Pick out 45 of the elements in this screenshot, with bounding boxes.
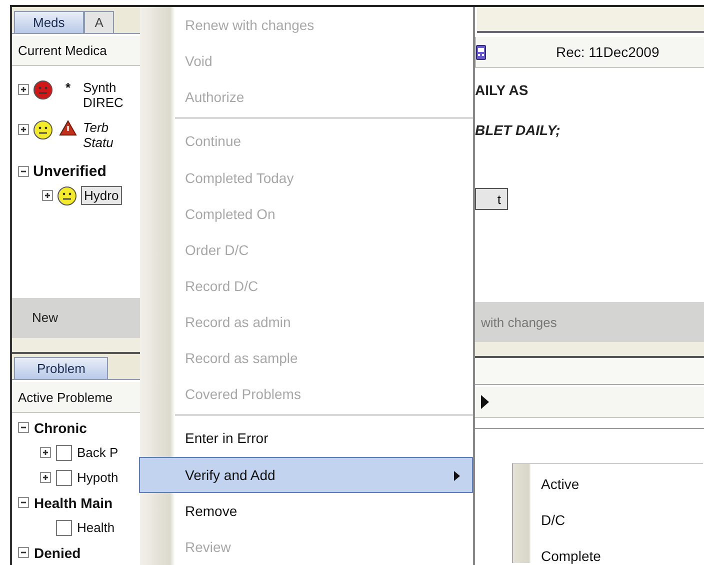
medication-text: DIREC [83, 95, 124, 110]
collapse-icon[interactable] [18, 166, 29, 178]
triangle-right-icon[interactable] [481, 395, 489, 409]
column-header: Active Probleme [12, 382, 140, 413]
checkbox[interactable] [56, 470, 72, 486]
medication-detail: AILY AS [475, 82, 528, 98]
checkbox[interactable] [56, 444, 72, 460]
row-button[interactable]: t [475, 188, 508, 210]
expand-icon[interactable] [42, 190, 53, 202]
collapse-icon[interactable] [18, 547, 29, 558]
problem-item[interactable]: Back P [77, 445, 118, 460]
calendar-icon[interactable] [476, 44, 486, 60]
toolbar-button[interactable]: New [32, 310, 58, 326]
problem-item[interactable]: Health [77, 520, 115, 535]
menu-item[interactable]: D/C [531, 502, 703, 538]
group-label[interactable]: Health Main [34, 494, 113, 510]
group-label[interactable]: Chronic [34, 420, 87, 436]
medication-item[interactable]: Hydro [81, 186, 122, 206]
expand-icon[interactable] [40, 447, 51, 458]
expand-icon[interactable] [18, 84, 29, 96]
checkbox[interactable] [56, 520, 72, 536]
problem-item[interactable]: Hypoth [77, 470, 118, 485]
expand-icon[interactable] [40, 472, 51, 483]
tab[interactable]: Problem [14, 357, 108, 380]
menu-item[interactable]: Enter in Error [140, 420, 473, 456]
medication-text: Synth [83, 80, 118, 96]
column-header: Current Medica [12, 36, 140, 66]
medication-text: Statu [83, 135, 114, 150]
priority-marker: * [65, 80, 71, 96]
expand-icon[interactable] [18, 124, 29, 136]
menu-item[interactable]: Verify and Add [139, 456, 473, 493]
record-date: Rec: 11Dec2009 [556, 44, 660, 60]
group-label[interactable]: Denied [34, 544, 81, 560]
collapse-icon[interactable] [18, 497, 29, 508]
menu-item[interactable]: Active [531, 466, 703, 502]
menu-item[interactable]: Remove [140, 492, 473, 529]
group-label[interactable]: Unverified [33, 163, 106, 180]
tab[interactable]: A [84, 10, 114, 33]
menu-item[interactable]: Complete [531, 538, 703, 565]
splitter-bar[interactable] [475, 342, 704, 358]
splitter-bar[interactable] [12, 338, 140, 354]
tab[interactable]: Meds [14, 10, 84, 33]
collapse-icon[interactable] [18, 422, 29, 433]
medication-text: Terb [83, 120, 110, 136]
medication-detail: BLET DAILY; [475, 122, 560, 138]
